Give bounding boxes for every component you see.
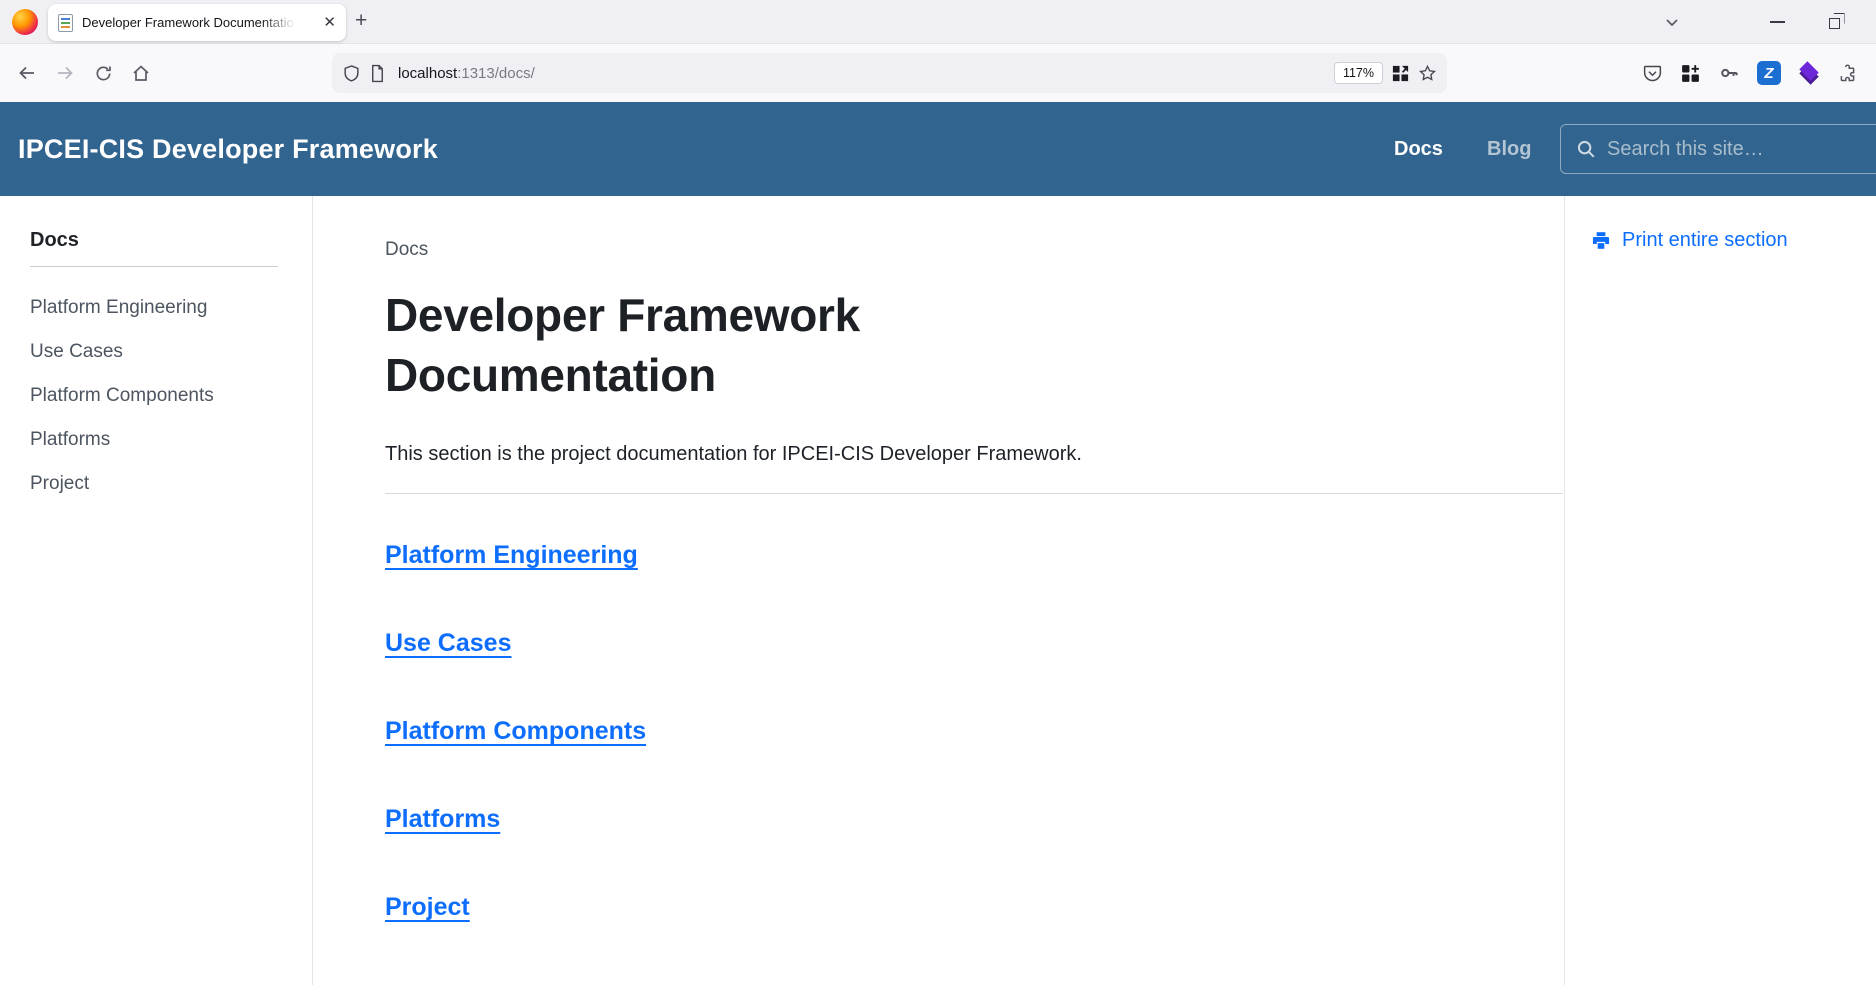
firefox-logo-icon[interactable]	[12, 9, 38, 35]
sidebar-divider	[30, 266, 278, 267]
section-link-project[interactable]: Project	[385, 893, 470, 922]
site-search[interactable]	[1560, 124, 1876, 174]
zoom-level-badge[interactable]: 117%	[1334, 62, 1383, 84]
extensions-add-icon[interactable]	[1680, 63, 1701, 84]
nav-link-docs[interactable]: Docs	[1394, 102, 1443, 196]
sidebar-item-use-cases[interactable]: Use Cases	[30, 330, 312, 374]
print-section-label: Print entire section	[1622, 229, 1788, 252]
reload-button[interactable]	[86, 56, 120, 90]
password-key-icon[interactable]	[1718, 62, 1740, 84]
printer-icon	[1590, 230, 1612, 251]
container-grid-icon[interactable]	[1391, 64, 1410, 83]
intro-paragraph: This section is the project documentatio…	[385, 443, 1564, 466]
section-links: Platform Engineering Use Cases Platform …	[385, 494, 1564, 922]
url-text[interactable]: localhost:1313/docs/	[398, 65, 535, 82]
browser-titlebar: Developer Framework Documentation ✕ +	[0, 0, 1876, 44]
sidebar-item-platform-engineering[interactable]: Platform Engineering	[30, 286, 312, 330]
section-link-use-cases[interactable]: Use Cases	[385, 629, 511, 658]
docs-sidebar: Docs Platform Engineering Use Cases Plat…	[0, 196, 313, 985]
sidebar-item-platform-components[interactable]: Platform Components	[30, 374, 312, 418]
tab-title: Developer Framework Documentation	[82, 15, 300, 30]
new-tab-button[interactable]: +	[355, 10, 367, 32]
section-link-platform-components[interactable]: Platform Components	[385, 717, 646, 746]
section-link-platform-engineering[interactable]: Platform Engineering	[385, 541, 638, 570]
page-body: Docs Platform Engineering Use Cases Plat…	[0, 196, 1876, 985]
nav-link-blog[interactable]: Blog	[1487, 102, 1531, 196]
forward-button[interactable]	[48, 56, 82, 90]
main-content: Docs Developer Framework Documentation T…	[313, 196, 1565, 985]
right-rail: Print entire section	[1565, 196, 1876, 985]
search-icon	[1575, 138, 1597, 160]
window-restore-button[interactable]	[1817, 0, 1851, 44]
search-input[interactable]	[1607, 138, 1847, 161]
breadcrumb[interactable]: Docs	[385, 239, 1564, 261]
pocket-icon[interactable]	[1642, 63, 1663, 84]
site-brand[interactable]: IPCEI-CIS Developer Framework	[18, 134, 438, 165]
browser-tab[interactable]: Developer Framework Documentation ✕	[48, 4, 346, 41]
section-link-platforms[interactable]: Platforms	[385, 805, 500, 834]
puzzle-extension-icon[interactable]	[1837, 63, 1858, 84]
bookmark-star-icon[interactable]	[1418, 64, 1437, 83]
window-minimize-button[interactable]	[1760, 0, 1794, 44]
back-button[interactable]	[10, 56, 44, 90]
stack-extension-icon[interactable]	[1798, 62, 1820, 84]
sidebar-nav: Platform Engineering Use Cases Platform …	[30, 286, 312, 506]
page-title: Developer Framework Documentation	[385, 285, 1145, 405]
site-navbar: IPCEI-CIS Developer Framework Docs Blog	[0, 102, 1876, 196]
browser-toolbar: localhost:1313/docs/ 117% Z	[0, 44, 1876, 102]
tab-close-icon[interactable]: ✕	[323, 15, 336, 30]
zotero-extension-icon[interactable]: Z	[1757, 61, 1781, 85]
list-all-tabs-chevron-icon[interactable]	[1655, 0, 1689, 44]
home-button[interactable]	[124, 56, 158, 90]
page-favicon-icon	[58, 14, 73, 32]
url-bar[interactable]: localhost:1313/docs/ 117%	[332, 53, 1447, 93]
sidebar-item-platforms[interactable]: Platforms	[30, 418, 312, 462]
page-info-icon[interactable]	[369, 64, 386, 83]
print-section-link[interactable]: Print entire section	[1590, 229, 1876, 252]
sidebar-heading[interactable]: Docs	[30, 229, 312, 252]
shield-icon[interactable]	[342, 64, 361, 83]
sidebar-item-project[interactable]: Project	[30, 462, 312, 506]
